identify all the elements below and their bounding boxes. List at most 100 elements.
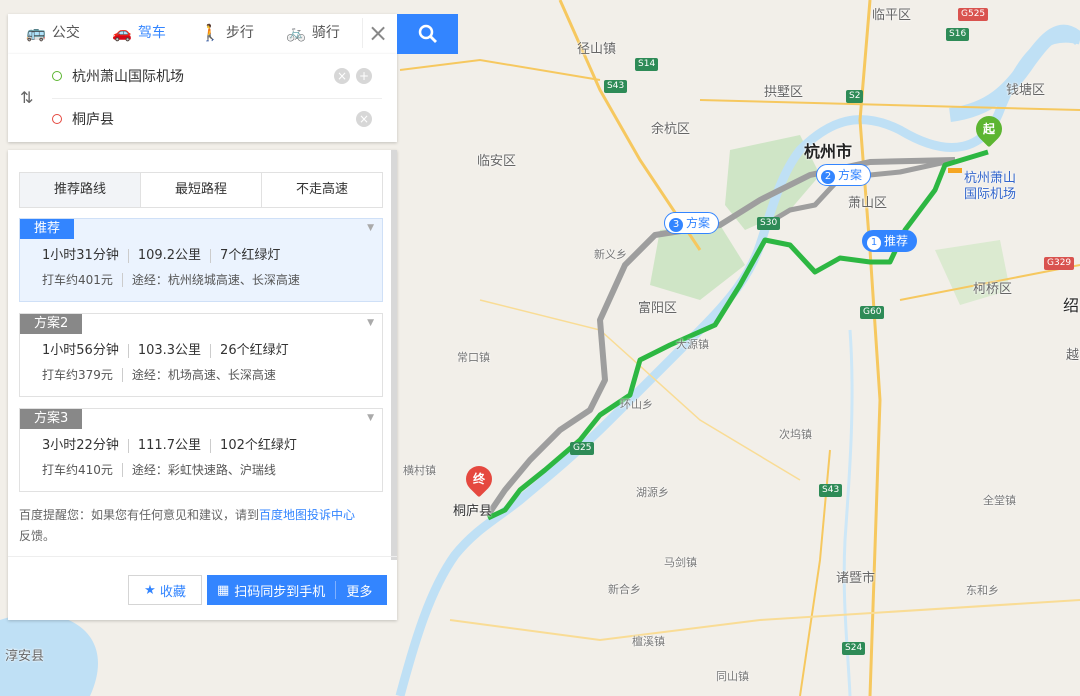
highway-shield: G329	[1044, 257, 1075, 270]
swap-icon[interactable]: ⇅	[20, 88, 33, 107]
tab-walk[interactable]: 🚶 步行	[200, 14, 254, 52]
map-label: 拱墅区	[764, 85, 804, 100]
highway-shield: S2	[846, 90, 864, 103]
sync-to-phone-button[interactable]: ▦ 扫码同步到手机	[207, 581, 337, 600]
pref-tab-recommended[interactable]: 推荐路线	[20, 173, 141, 207]
end-input-value: 桐庐县	[72, 112, 114, 128]
route-taxi: 打车约379元	[42, 368, 113, 382]
add-waypoint-icon[interactable]: +	[356, 68, 372, 84]
highway-shield: S43	[604, 80, 628, 93]
route-card[interactable]: 推荐 ▼ 1小时31分钟 109.2公里 7个红绿灯 打车约401元 途经：杭州绕城高…	[19, 218, 383, 302]
route-callout-label: 方案	[838, 168, 863, 182]
end-marker-label: 终	[472, 472, 485, 486]
road	[399, 58, 601, 81]
route-tag: 方案3	[20, 409, 83, 429]
clear-icon[interactable]: ×	[356, 111, 372, 127]
bus-icon: 🚌	[26, 23, 46, 42]
route-via: 途经：彩虹快速路、沪瑞线	[121, 463, 285, 477]
map-label: 同山镇	[716, 670, 749, 683]
tip-text: 百度提醒您：如果您有任何意见和建议，请到	[19, 508, 260, 522]
end-marker[interactable]: 终	[460, 460, 498, 498]
route-card[interactable]: 方案3 ▼ 3小时22分钟 111.7公里 102个红绿灯 打车约410元 途经：彩虹…	[19, 408, 383, 492]
map-label: 越	[1066, 348, 1080, 363]
clear-icon[interactable]: ×	[334, 68, 350, 84]
start-marker[interactable]: 起	[970, 110, 1008, 148]
chevron-down-icon[interactable]: ▼	[367, 223, 374, 233]
route-distance: 109.2公里	[127, 249, 210, 263]
route-via: 途经：机场高速、长深高速	[121, 368, 285, 382]
star-icon: ★	[144, 582, 156, 598]
map-label: 萧山区	[848, 196, 888, 211]
route-time: 3小时22分钟	[42, 438, 119, 453]
highway-shield: S30	[757, 217, 781, 230]
close-icon: ×	[367, 19, 389, 47]
map-label: 桐庐县	[453, 504, 493, 519]
search-icon	[418, 24, 437, 43]
highway-shield: S43	[819, 484, 843, 497]
map-label: 绍	[1063, 296, 1080, 315]
route-callout-plan2[interactable]: 2 方案	[816, 164, 872, 186]
close-button[interactable]: ×	[362, 18, 393, 48]
route-tag: 推荐	[20, 219, 75, 239]
tab-drive[interactable]: 🚗 驾车	[112, 14, 166, 52]
start-field[interactable]: 杭州萧山国际机场 × +	[52, 56, 382, 96]
more-button[interactable]: 更多	[336, 581, 382, 600]
route-taxi: 打车约410元	[42, 463, 113, 477]
road	[699, 99, 1080, 111]
map-label: 新合乡	[608, 583, 641, 596]
route-callout-label: 方案	[686, 216, 711, 230]
map-label: 横村镇	[403, 464, 436, 477]
tab-label: 公交	[51, 25, 80, 41]
route-callout-plan3[interactable]: 3 方案	[664, 212, 720, 234]
river	[948, 24, 1080, 122]
tab-bike[interactable]: 🚲 骑行	[286, 14, 340, 52]
map-label: 新义乡	[594, 248, 627, 261]
pref-tab-shortest[interactable]: 最短路程	[141, 173, 262, 207]
sync-button[interactable]: ▦ 扫码同步到手机 更多	[207, 575, 387, 605]
search-button[interactable]	[397, 14, 458, 54]
map-label: 柯桥区	[973, 282, 1013, 297]
chevron-down-icon[interactable]: ▼	[367, 318, 374, 328]
route-lights: 7个红绿灯	[210, 249, 289, 263]
route-tag: 方案2	[20, 314, 83, 334]
route-lights: 102个红绿灯	[210, 439, 306, 453]
tab-bus[interactable]: 🚌 公交	[26, 14, 80, 52]
tab-label: 步行	[225, 25, 254, 41]
chevron-down-icon[interactable]: ▼	[367, 413, 374, 423]
end-field[interactable]: 桐庐县 ×	[52, 99, 382, 139]
map-label: 临安区	[477, 154, 517, 169]
map-label-airport: 国际机场	[964, 187, 1017, 202]
favorite-button[interactable]: ★ 收藏	[128, 575, 202, 605]
map-label: 大源镇	[676, 338, 709, 351]
qr-code-icon: ▦	[217, 582, 230, 598]
highway-shield: G60	[860, 306, 885, 319]
highway-shield: S14	[635, 58, 659, 71]
sync-label: 扫码同步到手机	[234, 584, 326, 600]
highway-shield: G525	[958, 8, 989, 21]
tab-label: 骑行	[311, 25, 340, 41]
start-marker-label: 起	[982, 122, 995, 136]
route-card[interactable]: 方案2 ▼ 1小时56分钟 103.3公里 26个红绿灯 打车约379元 途经：机场高…	[19, 313, 383, 397]
route-taxi: 打车约401元	[42, 273, 113, 287]
tab-label: 驾车	[137, 25, 166, 41]
travel-mode-bar: 🚌 公交 🚗 驾车 🚶 步行 🚲 骑行 ×	[8, 14, 397, 54]
start-dot-icon	[52, 71, 62, 81]
route-preference-tabs: 推荐路线 最短路程 不走高速	[19, 172, 383, 208]
scrollbar[interactable]	[391, 150, 397, 560]
map-label: 临平区	[872, 8, 912, 23]
favorite-label: 收藏	[159, 584, 186, 600]
map-label: 常口镇	[457, 351, 490, 364]
route-lights: 26个红绿灯	[210, 344, 298, 358]
tip-tail: 反馈。	[19, 529, 56, 543]
map-label-city: 杭州市	[804, 142, 853, 161]
route-number: 2	[821, 170, 835, 184]
pref-tab-no-highway[interactable]: 不走高速	[262, 173, 382, 207]
map-label: 全堂镇	[983, 494, 1016, 507]
route-callout-recommended[interactable]: 1 推荐	[862, 230, 918, 252]
route-distance: 103.3公里	[127, 344, 210, 358]
route-callout-label: 推荐	[884, 234, 909, 248]
feedback-link[interactable]: 百度地图投诉中心	[259, 508, 355, 522]
map-label: 马剑镇	[664, 556, 697, 569]
bike-icon: 🚲	[286, 23, 306, 42]
start-input-value: 杭州萧山国际机场	[72, 69, 184, 85]
